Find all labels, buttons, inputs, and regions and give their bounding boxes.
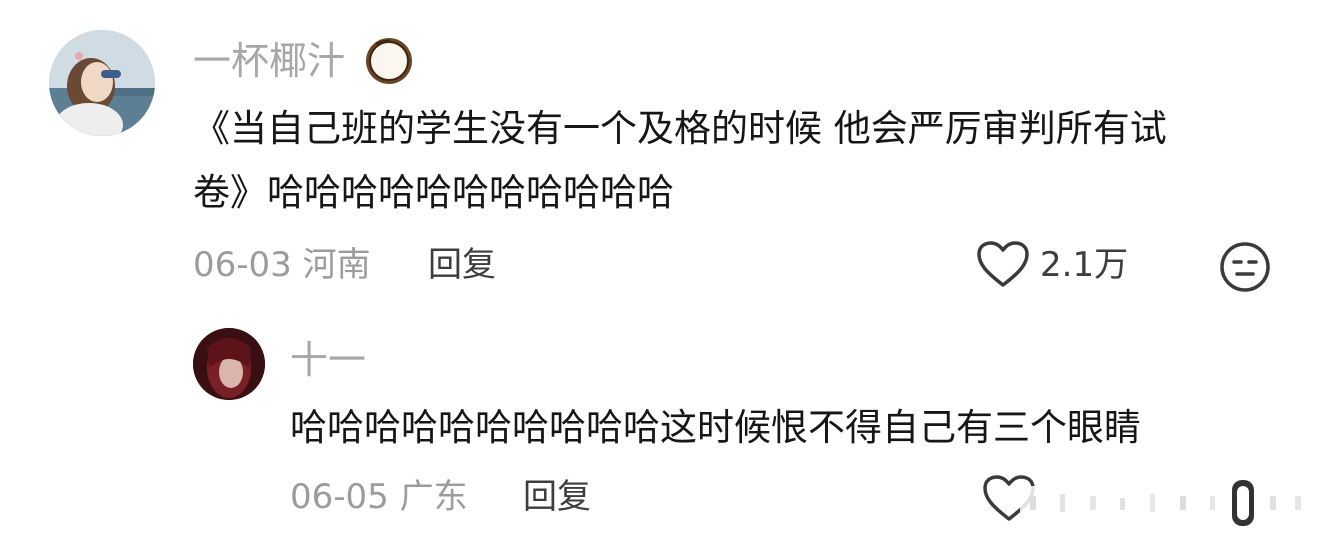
comment-date-location: 06-05 广东 — [290, 477, 468, 517]
comment-text-line-1: 《当自己班的学生没有一个及格的时候 他会严厉审判所有试 — [193, 107, 1167, 150]
avatar[interactable] — [193, 328, 265, 400]
like-count: 2.1万 — [1040, 245, 1129, 285]
comment-date-location: 06-03 河南 — [193, 245, 371, 285]
username[interactable]: 一杯椰汁 — [193, 42, 345, 80]
reply-button[interactable]: 回复 — [428, 248, 496, 282]
username[interactable]: 十一 — [290, 341, 366, 379]
avatar[interactable] — [49, 30, 155, 136]
avatar-photo — [193, 328, 265, 400]
watermark-overlay — [1020, 480, 1320, 526]
coconut-icon — [366, 38, 412, 84]
avatar-photo — [49, 30, 155, 136]
comment-text-line-2: 卷》哈哈哈哈哈哈哈哈哈哈哈 — [193, 171, 674, 214]
heart-icon — [977, 241, 1029, 287]
face-emoji-icon[interactable] — [1218, 240, 1272, 294]
reply-button[interactable]: 回复 — [523, 480, 591, 514]
comment-text: 哈哈哈哈哈哈哈哈哈哈这时候恨不得自己有三个眼睛 — [290, 406, 1141, 449]
